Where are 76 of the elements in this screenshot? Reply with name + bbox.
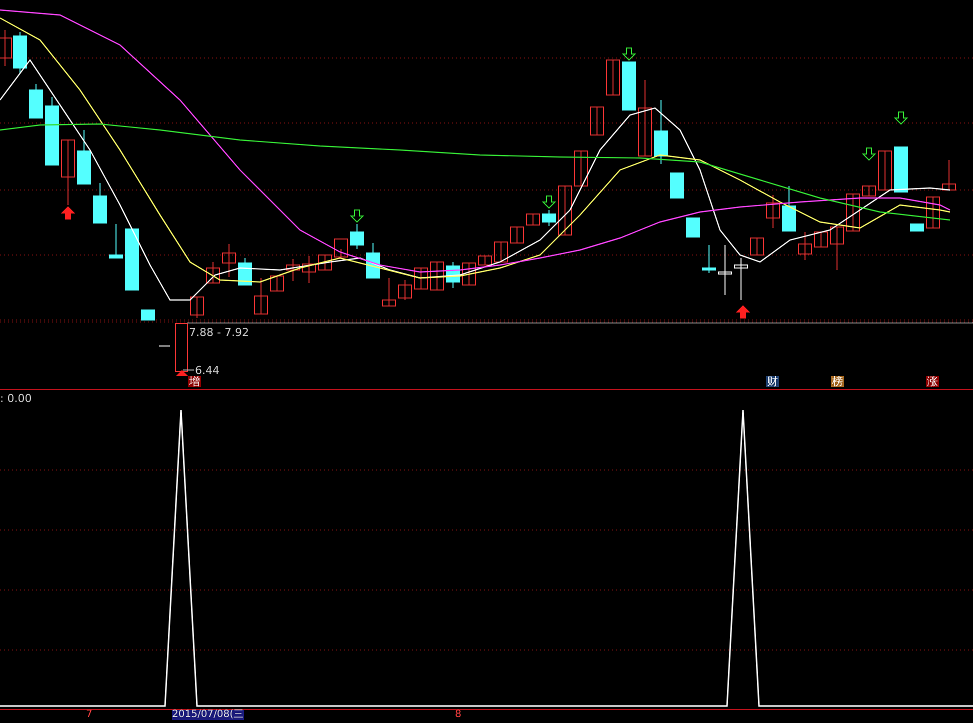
candlestick (109, 224, 123, 258)
event-tag: 涨 (926, 376, 939, 387)
date-label: 2015/07/08(三 (172, 710, 244, 720)
candlestick (334, 238, 348, 258)
candlestick (382, 278, 396, 306)
candlestick (702, 244, 716, 274)
event-tag: 榜 (831, 376, 844, 387)
down-arrow-icon (862, 148, 876, 161)
candlestick (222, 244, 236, 278)
up-triangle-icon (176, 370, 188, 376)
date-label: 7 (86, 710, 92, 720)
candlestick (526, 214, 540, 226)
candlestick (141, 310, 155, 320)
candlestick (654, 100, 668, 164)
event-tag: 财 (766, 376, 779, 387)
candlestick (862, 186, 876, 196)
candlestick (190, 296, 204, 318)
candlestick (254, 278, 268, 314)
candlestick (574, 150, 588, 186)
candlestick (558, 186, 572, 236)
low-price-label: 6.44 (195, 365, 220, 376)
down-arrow-icon (894, 112, 908, 125)
candlestick (93, 182, 107, 224)
candlestick-body (175, 323, 188, 372)
candlestick (414, 268, 428, 290)
candlestick (686, 218, 700, 238)
candlestick (782, 186, 796, 232)
date-label: 8 (455, 710, 462, 720)
candlestick (13, 32, 27, 74)
candlestick (430, 262, 444, 290)
candlestick (510, 226, 524, 244)
candlestick (878, 150, 892, 190)
candlestick (894, 146, 908, 192)
candlestick (846, 194, 860, 232)
candlestick (798, 232, 812, 260)
candlestick (398, 280, 412, 300)
candlestick (462, 262, 476, 286)
candlestick (478, 256, 492, 266)
candlestick (766, 194, 780, 228)
candlestick (606, 60, 620, 96)
candlestick (670, 172, 684, 198)
down-arrow-icon (542, 196, 556, 209)
candlestick (206, 262, 220, 284)
candlestick (814, 232, 828, 248)
candlestick (29, 84, 43, 118)
candlestick (910, 224, 924, 232)
candlestick (734, 258, 748, 300)
candlestick (542, 210, 556, 226)
candlestick (750, 238, 764, 256)
candlestick (238, 258, 252, 286)
candlestick (718, 244, 732, 296)
up-arrow-icon (60, 206, 76, 220)
candlestick (125, 228, 139, 290)
candlestick (77, 130, 91, 184)
candlestick (366, 242, 380, 278)
candlestick (318, 254, 332, 270)
candlestick (0, 30, 12, 66)
candlestick (830, 226, 844, 270)
candlestick (942, 160, 956, 190)
indicator-value-label: : 0.00 (0, 393, 32, 404)
down-arrow-icon (350, 210, 364, 223)
up-arrow-icon (736, 305, 750, 318)
candlestick (446, 262, 460, 288)
candlestick (286, 258, 300, 282)
candlestick (494, 242, 508, 262)
candlestick (350, 224, 364, 250)
down-arrow-icon (622, 48, 636, 61)
event-tag: 增 (188, 376, 201, 387)
candlestick (302, 256, 316, 284)
candlestick (590, 106, 604, 136)
candlestick (926, 196, 940, 228)
price-range-label: 7.88 - 7.92 (189, 327, 249, 338)
candlestick (270, 276, 284, 292)
candlestick (61, 140, 75, 206)
candlestick (622, 62, 636, 110)
candlestick (45, 96, 59, 166)
